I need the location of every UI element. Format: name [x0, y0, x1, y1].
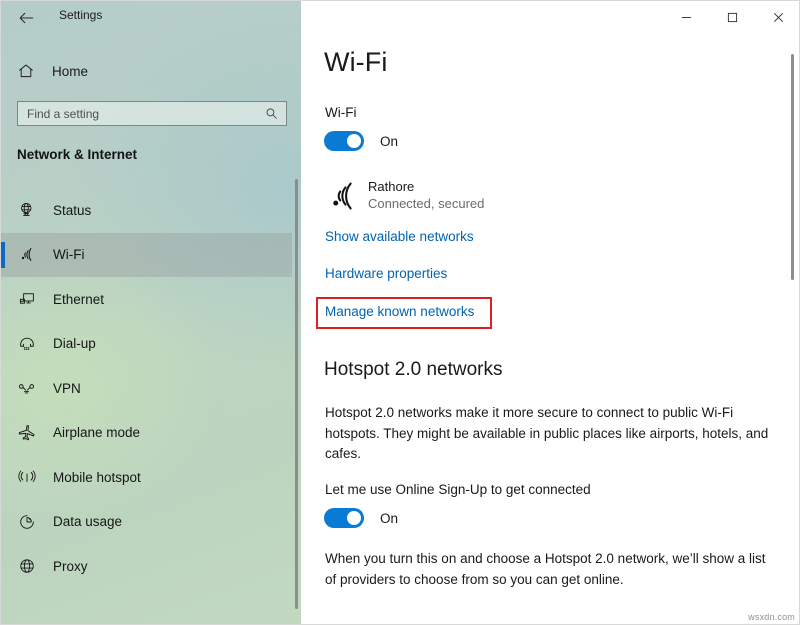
online-signup-toggle-row: On	[324, 508, 398, 528]
wifi-toggle-state: On	[380, 133, 399, 149]
close-button[interactable]	[755, 1, 799, 33]
window-controls	[663, 1, 799, 34]
sidebar-item-wifi-label: Wi-Fi	[53, 247, 85, 263]
phone-icon	[17, 334, 36, 353]
hotspot-icon	[17, 468, 36, 487]
network-name: Rathore	[368, 179, 415, 194]
sidebar-item-status-label: Status	[53, 202, 92, 218]
wifi-toggle[interactable]	[324, 131, 364, 151]
titlebar-left: Settings	[1, 1, 301, 34]
wifi-icon	[17, 245, 36, 264]
sidebar: Settings Home Network & Internet	[1, 1, 301, 624]
sidebar-item-dialup[interactable]: Dial-up	[1, 322, 292, 367]
online-signup-toggle-state: On	[380, 510, 399, 526]
main-scrollbar[interactable]	[791, 54, 794, 280]
sidebar-item-airplane-mode[interactable]: Airplane mode	[1, 411, 292, 456]
window-title: Settings	[59, 8, 103, 22]
wifi-toggle-row: On	[324, 131, 398, 151]
connected-network: Rathore Connected, secured	[324, 178, 484, 212]
watermark: wsxdn.com	[748, 612, 795, 622]
sidebar-item-data-usage-label: Data usage	[53, 514, 123, 530]
wifi-toggle-label: Wi-Fi	[325, 105, 357, 120]
pie-chart-icon	[17, 512, 36, 531]
show-available-networks-link[interactable]: Show available networks	[325, 229, 474, 244]
manage-known-networks-link[interactable]: Manage known networks	[325, 304, 474, 319]
airplane-icon	[17, 423, 36, 442]
sidebar-item-ethernet-label: Ethernet	[53, 291, 105, 307]
network-status: Connected, secured	[368, 196, 485, 211]
maximize-button[interactable]	[709, 1, 755, 33]
network-text: Rathore Connected, secured	[368, 178, 484, 212]
online-signup-description: When you turn this on and choose a Hotsp…	[325, 551, 766, 587]
sidebar-section-heading: Network & Internet	[17, 147, 138, 162]
home-icon	[17, 62, 35, 80]
main-content: Wi-Fi Wi-Fi On Rathore Connected, secure…	[302, 1, 799, 624]
sidebar-item-proxy-label: Proxy	[53, 558, 88, 574]
page-title: Wi-Fi	[324, 47, 388, 77]
vpn-icon	[17, 379, 36, 398]
online-signup-toggle[interactable]	[324, 508, 364, 528]
online-signup-toggle-knob	[347, 511, 361, 525]
sidebar-item-ethernet[interactable]: Ethernet	[1, 277, 292, 322]
sidebar-item-data-usage[interactable]: Data usage	[1, 500, 292, 545]
hardware-properties-link[interactable]: Hardware properties	[325, 266, 447, 281]
sidebar-item-vpn-label: VPN	[53, 380, 81, 396]
sidebar-item-dialup-label: Dial-up	[53, 336, 96, 352]
settings-window: Settings Home Network & Internet	[0, 0, 800, 625]
sidebar-item-airplane-mode-label: Airplane mode	[53, 425, 141, 441]
search-icon[interactable]	[265, 107, 278, 120]
sidebar-item-home[interactable]: Home	[1, 57, 291, 85]
sidebar-nav: Status Wi-Fi Ethernet Dial-up VPN Airpla…	[1, 188, 292, 589]
hotspot-description: Hotspot 2.0 networks make it more secure…	[325, 405, 769, 461]
globe-proxy-icon	[17, 557, 36, 576]
sidebar-item-proxy[interactable]: Proxy	[1, 544, 292, 589]
sidebar-item-home-label: Home	[52, 63, 89, 79]
search-input[interactable]	[27, 106, 247, 121]
sidebar-item-mobile-hotspot-label: Mobile hotspot	[53, 469, 141, 485]
search-box[interactable]	[17, 101, 287, 126]
online-signup-label: Let me use Online Sign-Up to get connect…	[325, 482, 591, 497]
sidebar-item-vpn[interactable]: VPN	[1, 366, 292, 411]
sidebar-item-status[interactable]: Status	[1, 188, 292, 233]
wifi-toggle-knob	[347, 134, 361, 148]
sidebar-scrollbar[interactable]	[295, 179, 298, 609]
globe-status-icon	[17, 201, 36, 220]
minimize-button[interactable]	[663, 1, 709, 33]
hotspot-heading: Hotspot 2.0 networks	[324, 359, 503, 380]
wifi-connected-icon	[324, 181, 358, 211]
sidebar-item-wifi[interactable]: Wi-Fi	[1, 232, 292, 277]
sidebar-item-mobile-hotspot[interactable]: Mobile hotspot	[1, 455, 292, 500]
back-arrow-icon[interactable]	[15, 8, 37, 28]
monitor-icon	[17, 290, 36, 309]
